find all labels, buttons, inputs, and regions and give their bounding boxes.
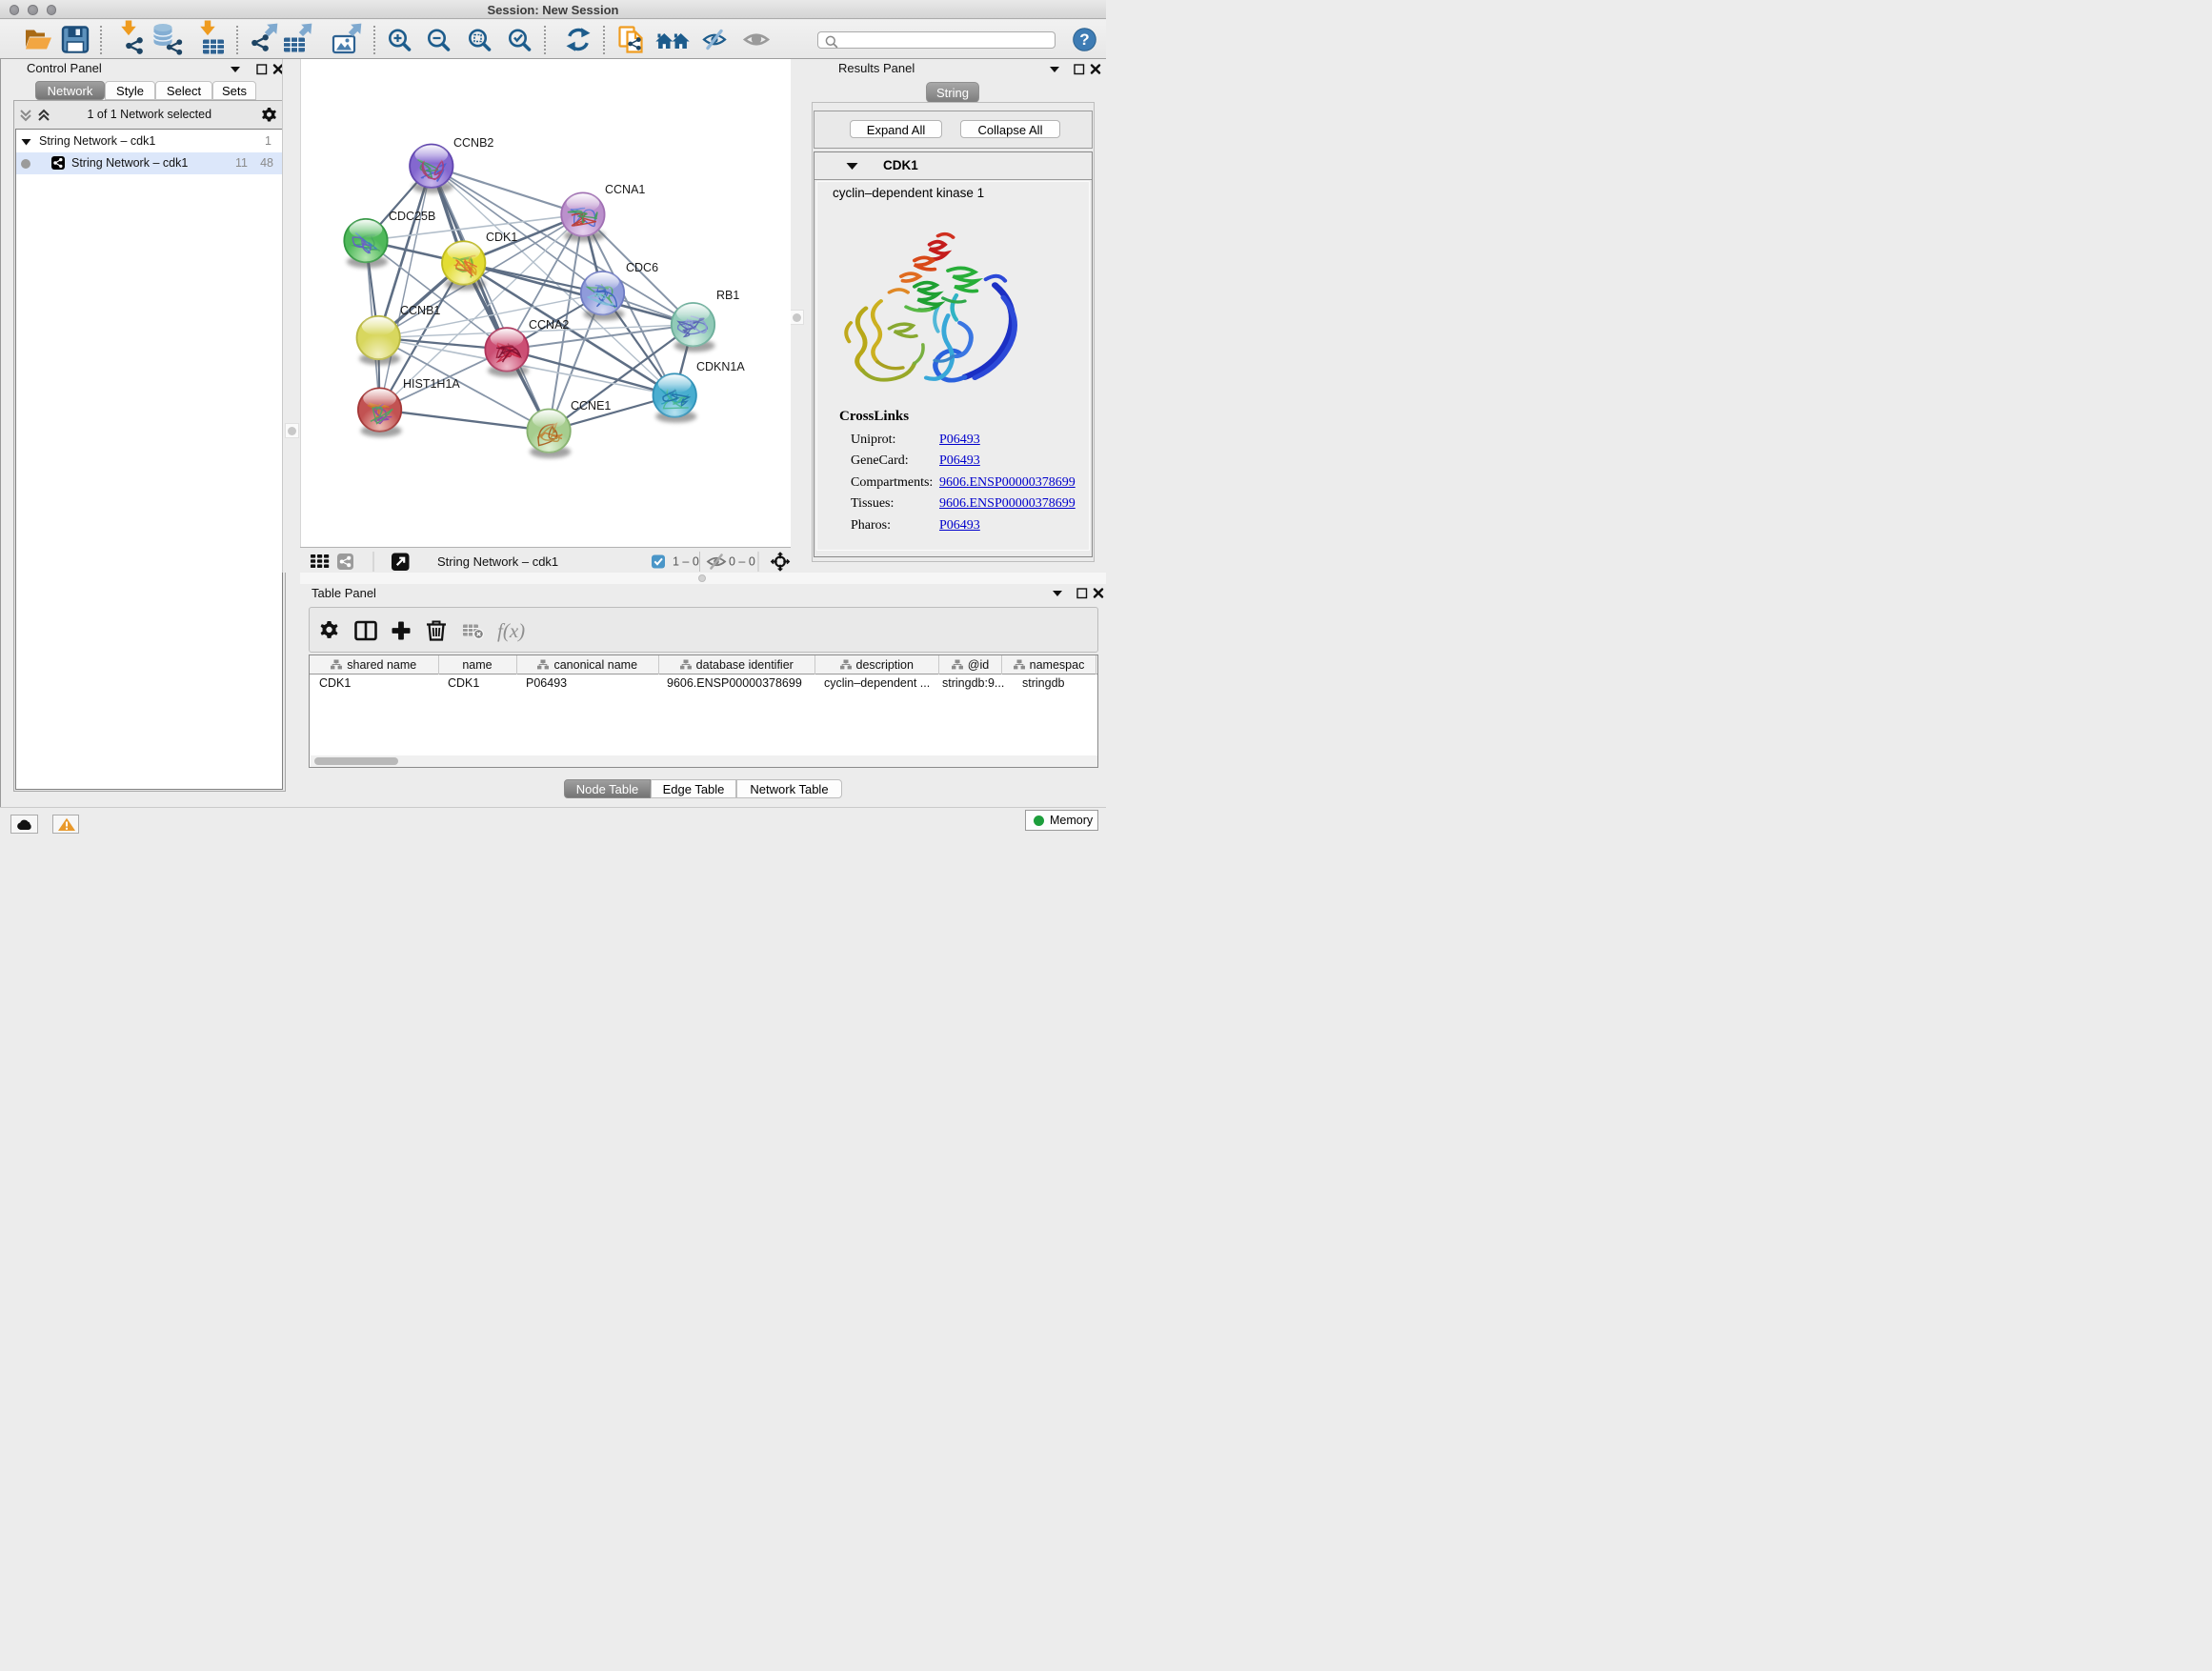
svg-text:?: ? [1079,30,1089,49]
svg-text:1 – 0: 1 – 0 [673,555,699,569]
svg-text:f(x): f(x) [497,619,525,642]
svg-text:CDKN1A: CDKN1A [696,360,745,373]
svg-text:CCNB1: CCNB1 [400,304,440,317]
svg-text:CCNB2: CCNB2 [453,136,493,150]
svg-text:CDC6: CDC6 [626,261,658,274]
svg-text:HIST1H1A: HIST1H1A [403,377,460,391]
svg-text:0 – 0: 0 – 0 [729,555,755,569]
svg-text:String Network – cdk1: String Network – cdk1 [437,554,558,569]
svg-text:CCNA2: CCNA2 [529,318,569,332]
svg-text:CDK1: CDK1 [486,231,517,244]
svg-text:CCNE1: CCNE1 [571,399,611,413]
svg-text:CDC25B: CDC25B [389,210,435,223]
svg-text:CCNA1: CCNA1 [605,183,645,196]
svg-text:RB1: RB1 [716,289,739,302]
